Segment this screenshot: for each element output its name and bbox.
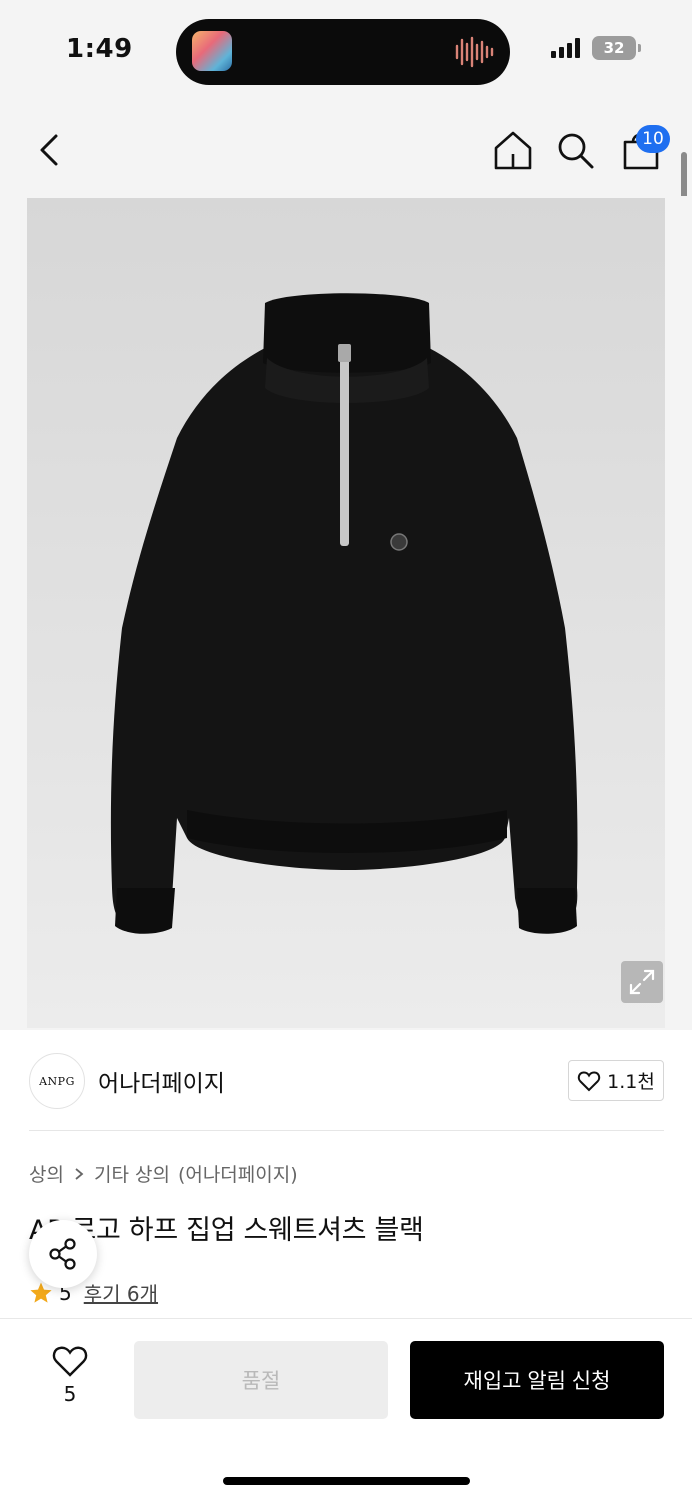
divider [29,1130,664,1131]
dynamic-island [176,19,510,85]
product-image[interactable] [27,198,665,1028]
brand-like-count: 1.1천 [607,1071,655,1093]
status-time: 1:49 [66,34,133,64]
wish-button[interactable]: 5 [40,1344,100,1414]
sweatshirt-image [110,293,578,934]
review-link[interactable]: 후기 6개 [84,1278,158,1307]
breadcrumb-brand[interactable]: (어나더페이지) [178,1160,298,1187]
expand-icon [629,969,655,995]
status-icons: 32 [550,36,641,60]
expand-button[interactable] [621,961,663,1003]
cart-count-badge: 10 [636,125,670,153]
battery-level: 32 [603,39,625,57]
share-button[interactable] [29,1220,97,1288]
brand-logo[interactable]: ANPG [29,1053,85,1109]
breadcrumb: 상의 기타 상의 (어나더페이지) [29,1160,298,1187]
share-icon [49,1238,76,1270]
app-icon [192,31,232,71]
heart-icon [52,1346,88,1377]
breadcrumb-category[interactable]: 상의 [29,1160,64,1187]
chevron-right-icon [75,1167,84,1180]
brand-name[interactable]: 어나더페이지 [98,1064,225,1098]
home-icon[interactable] [492,128,534,172]
soldout-button: 품절 [134,1341,388,1419]
wish-count: 5 [63,1382,77,1406]
breadcrumb-subcategory[interactable]: 기타 상의 [94,1160,170,1187]
brand-like-button[interactable]: 1.1천 [568,1060,664,1101]
battery-icon: 32 [592,36,641,60]
audio-wave-icon [455,36,494,68]
back-arrow-icon[interactable] [30,128,70,172]
search-icon[interactable] [554,128,596,172]
home-indicator[interactable] [223,1477,470,1485]
restock-alert-button[interactable]: 재입고 알림 신청 [410,1341,664,1419]
signal-icon [551,38,580,58]
heart-icon [577,1070,601,1091]
